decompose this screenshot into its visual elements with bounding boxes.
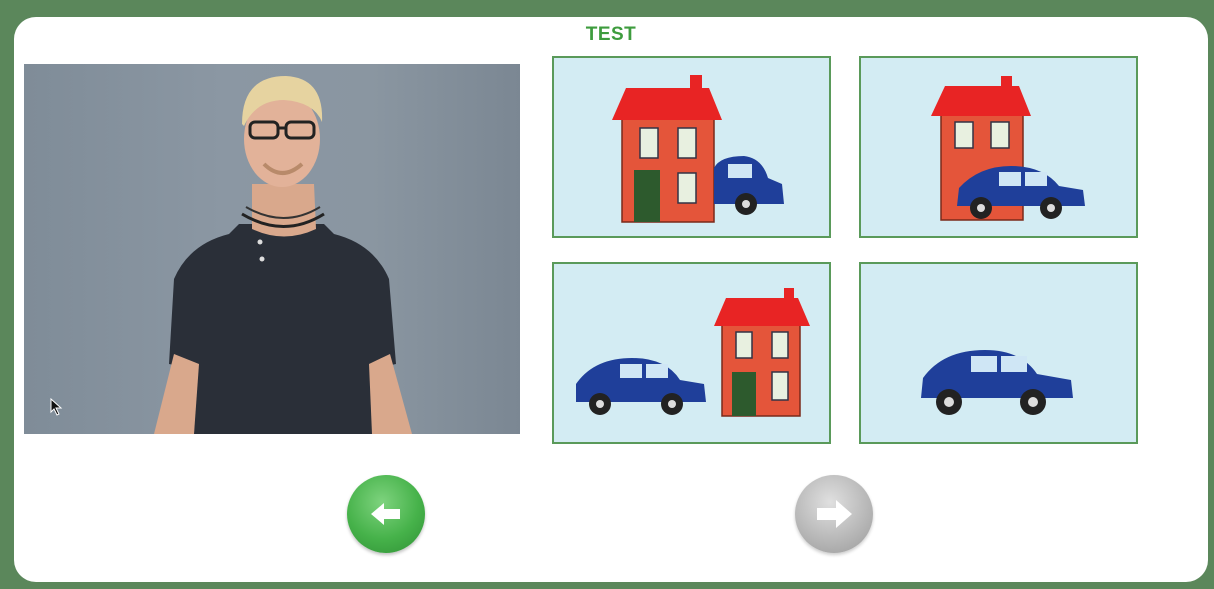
- arrow-left-icon: [371, 503, 400, 525]
- car-icon: [921, 350, 1073, 415]
- choice-picture-4[interactable]: [859, 262, 1138, 444]
- choice-picture-2[interactable]: [859, 56, 1138, 238]
- house-car-icon: [612, 75, 784, 223]
- house-car-icon: [931, 76, 1085, 221]
- arrow-right-icon: [817, 500, 852, 528]
- page-title: TEST: [585, 24, 637, 45]
- choice-picture-3[interactable]: [552, 262, 831, 444]
- sign-video[interactable]: [24, 64, 520, 434]
- house-car-icon: [576, 288, 810, 417]
- choice-picture-1[interactable]: [552, 56, 831, 238]
- signer-figure: [154, 76, 412, 434]
- back-button[interactable]: [347, 475, 425, 553]
- next-button[interactable]: [795, 475, 873, 553]
- mouse-cursor-icon: [50, 398, 63, 416]
